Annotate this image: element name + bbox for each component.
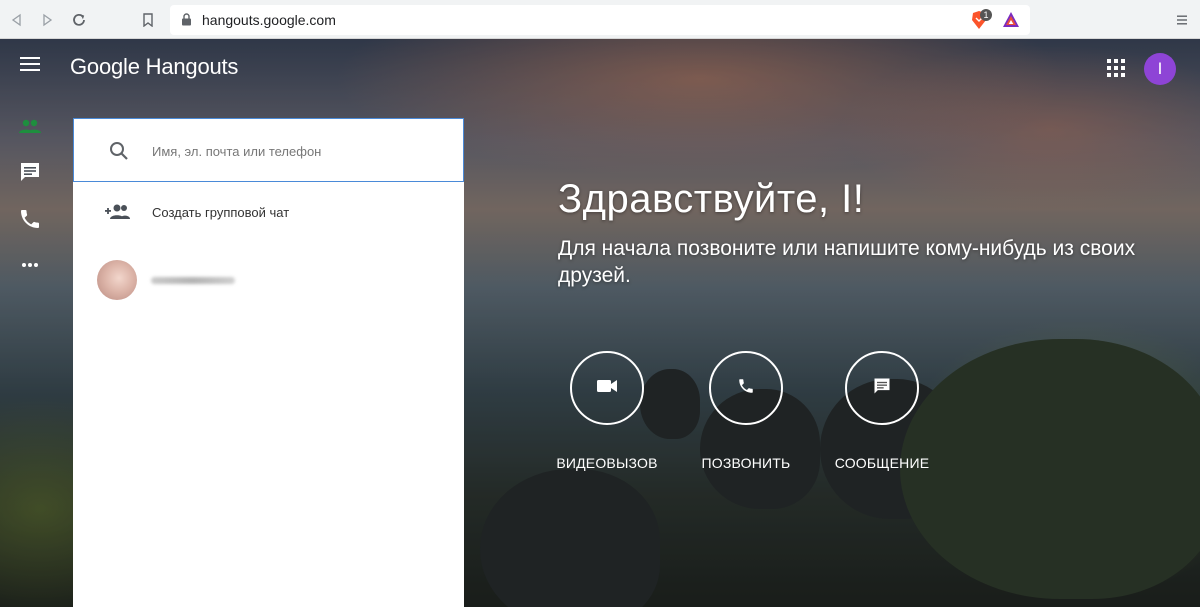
contact-list-item[interactable] xyxy=(73,258,464,302)
video-call-label: ВИДЕОВЫЗОВ xyxy=(556,455,658,471)
app-logo: Google Hangouts xyxy=(70,54,239,79)
video-call-circle xyxy=(570,351,644,425)
main-menu-icon[interactable] xyxy=(20,57,40,73)
user-avatar[interactable]: I xyxy=(1144,53,1176,85)
voice-call-label: ПОЗВОНИТЬ xyxy=(701,455,791,471)
greeting-heading: Здравствуйте, I! xyxy=(558,177,865,221)
more-icon[interactable] xyxy=(18,253,42,277)
video-call-button[interactable]: ВИДЕОВЫЗОВ xyxy=(552,351,662,471)
url-text: hangouts.google.com xyxy=(202,12,336,28)
contact-name-redacted xyxy=(151,277,235,284)
back-icon[interactable] xyxy=(6,9,28,31)
phone-icon xyxy=(737,377,755,400)
forward-icon[interactable] xyxy=(36,9,58,31)
address-bar[interactable]: hangouts.google.com 1 xyxy=(170,5,1030,35)
brave-rewards-icon[interactable] xyxy=(1002,11,1020,33)
create-group-chat-label: Создать групповой чат xyxy=(152,205,290,220)
message-label: СООБЩЕНИЕ xyxy=(834,455,930,471)
message-icon xyxy=(872,376,892,401)
contact-avatar xyxy=(97,260,137,300)
videocam-icon xyxy=(596,378,618,399)
message-button[interactable]: СООБЩЕНИЕ xyxy=(827,351,937,471)
message-circle xyxy=(845,351,919,425)
search-input[interactable] xyxy=(150,137,444,165)
create-group-chat-button[interactable]: Создать групповой чат xyxy=(73,196,464,228)
greeting-subtitle: Для начала позвоните или напишите кому-н… xyxy=(558,237,1136,287)
browser-toolbar: hangouts.google.com 1 xyxy=(0,0,1200,39)
brave-shield-icon[interactable]: 1 xyxy=(970,9,992,30)
voice-call-button[interactable]: ПОЗВОНИТЬ xyxy=(691,351,801,471)
apps-grid-icon[interactable] xyxy=(1107,59,1125,77)
reload-icon[interactable] xyxy=(68,9,90,31)
extension-badge: 1 xyxy=(980,9,992,21)
search-box xyxy=(73,118,464,182)
phone-icon[interactable] xyxy=(18,207,42,231)
lock-icon xyxy=(181,13,192,31)
browser-menu-icon[interactable] xyxy=(1171,9,1193,31)
search-icon xyxy=(108,140,130,162)
voice-call-circle xyxy=(709,351,783,425)
chat-icon[interactable] xyxy=(18,160,42,184)
contacts-icon[interactable] xyxy=(18,114,42,138)
contacts-panel: Создать групповой чат xyxy=(73,118,464,607)
add-group-icon xyxy=(105,202,131,222)
hangouts-app: Google Hangouts I Имя, эл. почта или тел… xyxy=(0,39,1200,607)
bookmark-icon[interactable] xyxy=(137,9,159,31)
